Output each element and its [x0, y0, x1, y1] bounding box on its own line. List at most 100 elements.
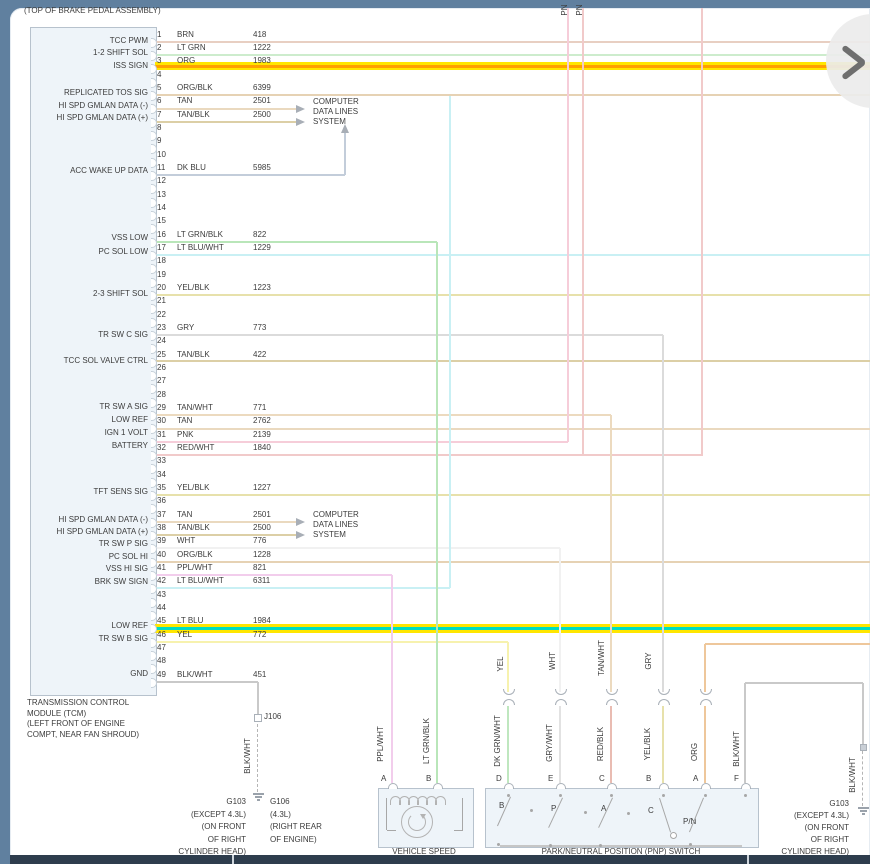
pin-entry-arc: [504, 783, 514, 789]
ground-g103-left-label: (EXCEPT 4.3L): [26, 810, 246, 820]
pin-circuit-number: 822: [253, 230, 266, 240]
wire-v[interactable]: [257, 682, 259, 716]
inline-connector-icon: [700, 699, 712, 705]
pin-circuit-number: 1984: [253, 616, 271, 626]
wire-h[interactable]: [155, 547, 560, 549]
wire-h[interactable]: [155, 494, 870, 496]
junction-j106-symbol: [254, 714, 262, 722]
ground-symbol: [860, 810, 867, 812]
ground-g103-left-label: OF RIGHT: [26, 835, 246, 845]
pin-number: 6: [157, 96, 161, 106]
signal-label: PC SOL HI: [14, 552, 148, 562]
pin-circuit-number: 418: [253, 30, 266, 40]
wire-h[interactable]: [155, 121, 298, 123]
pin-wire-color: TAN/BLK: [177, 110, 210, 120]
pin-circuit-number: 821: [253, 563, 266, 573]
pin-number: 1: [157, 30, 161, 40]
pnp-contact-c-label: C: [648, 806, 654, 816]
pin-wire-color: ORG/BLK: [177, 550, 213, 560]
computer-data-lines-label-1: COMPUTER: [313, 97, 359, 107]
pin-wire-color: DK BLU: [177, 163, 206, 173]
wire-v[interactable]: [582, 8, 584, 455]
contact-dot: [744, 794, 747, 797]
pin-number: 4: [157, 70, 161, 80]
signal-label: ISS SIGN: [14, 61, 148, 71]
wire-h[interactable]: [155, 641, 508, 643]
signal-label: HI SPD GMLAN DATA (+): [14, 527, 148, 537]
pin-wire-color: GRY: [177, 323, 194, 333]
wire-h[interactable]: [155, 441, 568, 443]
diagram-viewer-window: 1BRN4182LT GRN12223ORG198345ORG/BLK63996…: [0, 0, 870, 864]
signal-label: 2-3 SHIFT SOL: [14, 289, 148, 299]
pin-circuit-number: 773: [253, 323, 266, 333]
pin-number: 15: [157, 216, 166, 226]
switch-contact-line: [387, 830, 396, 831]
wire-h[interactable]: [155, 174, 345, 176]
signal-label: TFT SENS SIG: [14, 487, 148, 497]
pin-number: 37: [157, 510, 166, 520]
wire-h[interactable]: [155, 334, 663, 336]
pin-number: 3: [157, 56, 161, 66]
pin-number: 33: [157, 456, 166, 466]
pin-wire-color: LT GRN: [177, 43, 206, 53]
wire-v[interactable]: [344, 132, 346, 175]
signal-label: ACC WAKE UP DATA: [14, 166, 148, 176]
pin-circuit-number: 1223: [253, 283, 271, 293]
wire-v[interactable]: [704, 644, 706, 692]
wire-h[interactable]: [155, 587, 450, 589]
wire-h[interactable]: [155, 254, 870, 256]
pin-number: 5: [157, 83, 161, 93]
pin-wire-color: TAN: [177, 510, 192, 520]
wiring-diagram: 1BRN4182LT GRN12223ORG198345ORG/BLK63996…: [0, 0, 870, 864]
ground-g103-right-label: (EXCEPT 4.3L): [629, 811, 849, 821]
contact-dot: [584, 811, 587, 814]
pin-wire-color: TAN/BLK: [177, 350, 210, 360]
pin-wire-color: RED/WHT: [177, 443, 214, 453]
wire-h[interactable]: [705, 643, 870, 645]
contact-dot: [559, 794, 562, 797]
signal-label: GND: [14, 669, 148, 679]
wire-v[interactable]: [449, 96, 451, 588]
wire-h[interactable]: [155, 454, 703, 456]
signal-label: IGN 1 VOLT: [14, 428, 148, 438]
contact-dot: [507, 794, 510, 797]
pin-number: 10: [157, 150, 166, 160]
signal-label: VSS HI SIG: [14, 564, 148, 574]
wire-h[interactable]: [745, 682, 863, 684]
signal-label: BATTERY: [14, 441, 148, 451]
wire-h[interactable]: [155, 360, 870, 362]
pin-number: 30: [157, 416, 166, 426]
pin-number: 42: [157, 576, 166, 586]
bottom-bar-gap: [747, 855, 749, 864]
arrow-right-icon: [296, 118, 305, 126]
tcm-module-label: MODULE (TCM): [27, 709, 86, 719]
ground-g106-label: (4.3L): [270, 810, 291, 820]
pin-number: 21: [157, 296, 166, 306]
pin-circuit-number: 1228: [253, 550, 271, 560]
pin-circuit-number: 1840: [253, 443, 271, 453]
pin-circuit-number: 772: [253, 630, 266, 640]
pin-number: 26: [157, 363, 166, 373]
wire-h[interactable]: [155, 294, 870, 296]
ground-symbol: [257, 799, 260, 801]
pin-wire-color: WHT: [177, 536, 195, 546]
bottom-bar-gap: [232, 855, 234, 864]
signal-label: TR SW C SIG: [14, 330, 148, 340]
pin-number: 23: [157, 323, 166, 333]
contact-dot: [549, 844, 552, 847]
switch-contact-line: [462, 798, 463, 830]
wire-v[interactable]: [701, 8, 703, 455]
wire-h[interactable]: [155, 681, 258, 683]
pin-wire-color: PPL/WHT: [177, 563, 213, 573]
pin-wire-color: TAN: [177, 416, 192, 426]
signal-label: PC SOL LOW: [14, 247, 148, 257]
wire-v[interactable]: [567, 8, 569, 442]
inline-connector-icon: [700, 689, 712, 695]
contact-dot: [689, 843, 692, 846]
signal-label: TR SW B SIG: [14, 634, 148, 644]
wire-h[interactable]: [155, 414, 611, 416]
vss-coil-icon: [435, 796, 446, 805]
ground-g103-right-label: (ON FRONT: [629, 823, 849, 833]
wire-color-vlabel: LT GRN/BLK: [386, 701, 466, 781]
pin-circuit-number: 5985: [253, 163, 271, 173]
